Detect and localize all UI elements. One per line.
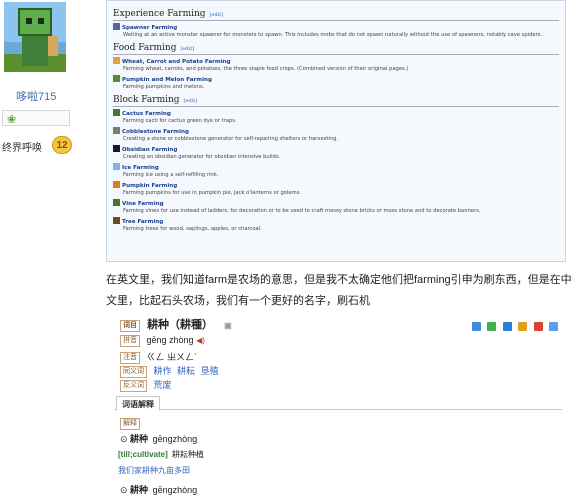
wiki-section-title: Food Farming [edit] [113,43,559,55]
sense2-heading: ⊙ 耕种 gēngzhòng [120,485,198,495]
wiki-entry: Cactus Farming Farming cacti for cactus g… [113,109,559,125]
wiki-entry-link[interactable]: Cobblestone Farming [122,129,189,135]
block-icon [113,145,120,152]
avatar[interactable] [4,2,66,72]
sense1-english: [till;cultivate] 耕耘种植 [118,450,205,459]
tab-explanation[interactable]: 词语解释 [116,396,160,411]
share-icon-2[interactable] [487,322,497,331]
wiki-entry: Vine Farming Farming vines for use instea… [113,199,559,215]
level-badge: 12 [52,136,72,154]
edit-link[interactable]: [edit] [180,46,194,52]
user-title: 终界呼唤 [2,143,42,154]
sense1-example: 我们家耕种九亩多田 [118,466,190,475]
wiki-entry-link[interactable]: Ice Farming [122,165,159,171]
edit-link[interactable]: [edit] [184,98,198,104]
dictionary-word: 耕种（耕種） [147,319,214,331]
antonym-line: 反义词 荒废 [120,378,172,392]
share-icon-4[interactable] [518,322,528,331]
block-icon [113,217,120,224]
wiki-entry: Pumpkin Farming Farming pumpkins for use … [113,181,559,197]
block-icon [113,163,120,170]
wiki-screenshot: Experience Farming [edit] Spawner Farming W… [106,0,566,262]
wiki-entry-description: Farming pumpkins for use in pumpkin pie,… [123,190,301,196]
block-icon [113,57,120,64]
wiki-entry-link[interactable]: Pumpkin Farming [122,183,177,189]
wiki-entry-link[interactable]: Wheat, Carrot and Potato Farming [122,59,231,65]
wiki-entry-description: Farming trees for wood, saplings, apples… [123,226,262,232]
word-tag: 词目 [120,320,140,332]
share-icon-3[interactable] [502,322,512,331]
wiki-entry-link[interactable]: Vine Farming [122,201,164,207]
wiki-entry: Pumpkin and Melon Farming Farming pumpkin… [113,75,559,91]
wiki-entry: Ice Farming Farming ice using a self-refi… [113,163,559,179]
wiki-entry-link[interactable]: Spawner Farming [122,25,177,31]
wiki-entry: Cobblestone Farming Creating a stone or c… [113,127,559,143]
wiki-entry-description: Farming pumpkins and melons. [123,84,205,90]
block-icon [113,75,120,82]
synonym-line: 同义词 耕作 耕耘 垦殖 [120,364,219,378]
dictionary-card: 词目 耕种（耕種） ▣ 拼音 gēng zhòng ◀) 注音 ㄍㄥ ㄓㄨㄥˋ … [112,312,570,499]
copy-icon[interactable]: ▣ [224,321,232,330]
synonym-link[interactable]: 垦殖 [201,366,219,376]
zhuyin-line: 注音 ㄍㄥ ㄓㄨㄥˋ [120,350,197,364]
synonym-link[interactable]: 耕耘 [177,366,195,376]
wiki-entry-description: Creating a stone or cobblestone generato… [123,136,339,142]
sense1-heading: ⊙ 耕种 gēngzhòng [120,434,198,444]
username-link[interactable]: 哆啦715 [16,88,56,104]
wiki-entry: Obsidian Farming Creating an obsidian gen… [113,145,559,161]
block-icon [113,199,120,206]
antonym-link[interactable]: 荒废 [154,380,172,390]
wiki-section-title: Block Farming [edit] [113,95,559,107]
user-panel: 哆啦715 ❀ 终界呼唤 12 [0,0,98,499]
share-icon-5[interactable] [533,322,543,331]
wiki-entry-description: Farming ice using a self-refilling rink. [123,172,219,178]
post-paragraph: 在英文里，我们知道farm是农场的意思，但是我不太确定他们把farming引申为… [106,274,572,307]
rank-bar: ❀ [2,110,70,126]
pinyin-line: 拼音 gēng zhòng ◀) [120,335,205,347]
share-icon-6[interactable] [549,322,558,331]
wiki-entry-description: Creating an obsidian generator for obsid… [123,154,281,160]
tab-bar: 词语解释 [114,394,562,411]
wiki-entry-description: Farming vines for use instead of ladders… [123,208,481,214]
dictionary-header: 词目 耕种（耕種） ▣ [112,312,562,332]
block-icon [113,109,120,116]
leaf-icon: ❀ [7,114,17,126]
wiki-entry: Tree Farming Farming trees for wood, sapl… [113,217,559,233]
speaker-icon[interactable]: ◀) [196,336,205,345]
wiki-entry-link[interactable]: Pumpkin and Melon Farming [122,77,212,83]
wiki-entry-description: Farming wheat, carrots, and potatoes, th… [123,66,409,72]
wiki-entry-link[interactable]: Obsidian Farming [122,147,177,153]
edit-link[interactable]: [edit] [210,12,224,18]
block-icon [113,181,120,188]
share-icons [470,318,558,336]
wiki-entry-link[interactable]: Tree Farming [122,219,163,225]
wiki-entry: Wheat, Carrot and Potato Farming Farming … [113,57,559,73]
wiki-entry-description: Farming cacti for cactus green dye or tr… [123,118,237,124]
user-title-row: 终界呼唤 12 [0,136,78,156]
wiki-entry-link[interactable]: Cactus Farming [122,111,171,117]
sense-tag-line: 解释 [120,418,144,430]
wiki-entry: Spawner Farming Waiting at an active mons… [113,23,559,39]
block-icon [113,23,120,30]
block-icon [113,127,120,134]
synonym-link[interactable]: 耕作 [154,366,172,376]
wiki-entry-description: Waiting at an active monster spawner for… [123,32,543,38]
wiki-section-title: Experience Farming [edit] [113,9,559,21]
share-icon-1[interactable] [471,322,481,331]
